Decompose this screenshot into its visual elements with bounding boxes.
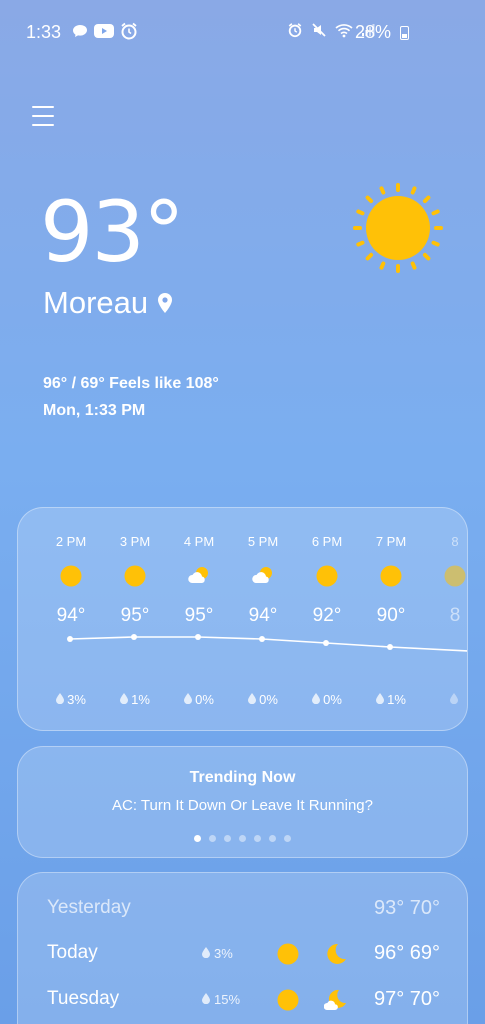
hourly-item: 3 PM 95° 1% xyxy=(103,508,167,730)
hour-label: 7 PM xyxy=(375,534,407,549)
hour-temperature: 90° xyxy=(376,605,406,626)
hour-temperature: 94° xyxy=(248,605,278,626)
hourly-item: 8 8 xyxy=(423,508,467,730)
trending-now-card[interactable]: Trending Now AC: Turn It Down Or Leave I… xyxy=(17,746,468,858)
battery-percent: 28% xyxy=(354,22,391,42)
hourly-item: 5 PM 94° 0% xyxy=(231,508,295,730)
raindrop-icon xyxy=(202,992,210,1007)
sunny-icon xyxy=(276,942,300,966)
location[interactable]: Moreau xyxy=(43,285,174,321)
trending-headline[interactable]: AC: Turn It Down Or Leave It Running? xyxy=(18,797,467,814)
partly-cloudy-icon xyxy=(251,564,275,588)
hour-label: 4 PM xyxy=(183,534,215,549)
day-temperatures: 93° 70° xyxy=(373,897,440,919)
sunny-icon xyxy=(123,564,147,588)
partly-cloudy-icon xyxy=(187,564,211,588)
sunny-icon xyxy=(353,183,443,273)
hourly-item: 7 PM 90° 1% xyxy=(359,508,423,730)
hour-precipitation: 0% xyxy=(167,692,231,707)
moon-icon xyxy=(324,942,348,966)
day-precipitation: 15% xyxy=(202,992,240,1007)
raindrop-icon xyxy=(120,692,129,707)
pager-dot[interactable] xyxy=(239,835,246,842)
hour-precipitation: 3% xyxy=(39,692,103,707)
menu-icon[interactable] xyxy=(32,106,54,126)
raindrop-icon xyxy=(248,692,257,707)
hour-precipitation: 1% xyxy=(103,692,167,707)
hourly-item: 4 PM 95° 0% xyxy=(167,508,231,730)
sunny-icon xyxy=(276,988,300,1012)
hourly-item: 6 PM 92° 0% xyxy=(295,508,359,730)
hi-lo-feels-like: 96° / 69° Feels like 108° xyxy=(43,375,219,392)
hour-label: 8 xyxy=(451,534,459,549)
hour-label: 2 PM xyxy=(55,534,87,549)
hour-temperature: 92° xyxy=(312,605,342,626)
day-temperatures: 96° 69° xyxy=(373,942,440,964)
hour-precipitation: 1% xyxy=(359,692,423,707)
hour-temperature: 94° xyxy=(56,605,86,626)
battery-icon xyxy=(400,26,409,40)
alarm-icon xyxy=(288,23,302,38)
pager-dot[interactable] xyxy=(209,835,216,842)
day-name: Today xyxy=(47,942,98,963)
raindrop-icon xyxy=(202,946,210,961)
hour-label: 3 PM xyxy=(119,534,151,549)
carousel-pager xyxy=(18,835,467,842)
daily-row[interactable]: Today 3% 96° 69° xyxy=(18,938,469,970)
hourly-item: 2 PM 94° 3% xyxy=(39,508,103,730)
daily-forecast-card[interactable]: Yesterday 93° 70° Today 3% 96° 69° Tuesday 15%… xyxy=(17,872,468,1024)
pager-dot[interactable] xyxy=(194,835,201,842)
pager-dot[interactable] xyxy=(269,835,276,842)
location-pin-icon xyxy=(158,293,173,313)
sunny-icon xyxy=(59,564,83,588)
day-name: Tuesday xyxy=(47,988,120,1009)
raindrop-icon xyxy=(312,692,321,707)
hour-precipitation xyxy=(423,692,467,707)
location-name: Moreau xyxy=(43,285,149,320)
chat-icon xyxy=(73,25,87,37)
hourly-forecast-card[interactable]: 2 PM 94° 3% 3 PM 95° 1% 4 PM 95° 0% 5 PM… xyxy=(17,507,468,731)
day-precipitation: 3% xyxy=(202,946,233,961)
raindrop-icon xyxy=(184,692,193,707)
day-temperatures: 97° 70° xyxy=(373,988,440,1010)
sunny-icon xyxy=(443,564,467,588)
hour-label: 5 PM xyxy=(247,534,279,549)
moon-cloud-icon xyxy=(323,988,348,1012)
pager-dot[interactable] xyxy=(224,835,231,842)
raindrop-icon xyxy=(56,692,65,707)
status-time: 1:33 xyxy=(26,22,62,42)
pager-dot[interactable] xyxy=(254,835,261,842)
hour-label: 6 PM xyxy=(311,534,343,549)
hour-temperature: 8 xyxy=(449,605,461,626)
sunny-icon xyxy=(379,564,403,588)
daily-row[interactable]: Yesterday 93° 70° xyxy=(18,893,469,925)
alarm-app-icon xyxy=(121,22,137,40)
wifi-icon xyxy=(335,24,353,38)
sunny-icon xyxy=(315,564,339,588)
current-datetime: Mon, 1:33 PM xyxy=(43,402,146,419)
daily-row[interactable]: Tuesday 15% 97° 70° xyxy=(18,984,469,1016)
raindrop-icon xyxy=(376,692,385,707)
status-bar: 1:33 28% xyxy=(0,0,485,62)
pager-dot[interactable] xyxy=(284,835,291,842)
hour-temperature: 95° xyxy=(184,605,214,626)
youtube-icon xyxy=(94,24,114,38)
hour-temperature: 95° xyxy=(120,605,150,626)
hour-precipitation: 0% xyxy=(231,692,295,707)
hour-precipitation: 0% xyxy=(295,692,359,707)
mute-icon xyxy=(312,23,326,37)
day-name: Yesterday xyxy=(47,897,131,918)
raindrop-icon xyxy=(449,692,458,707)
current-temperature: 93° xyxy=(40,183,185,281)
trending-title: Trending Now xyxy=(189,769,296,786)
